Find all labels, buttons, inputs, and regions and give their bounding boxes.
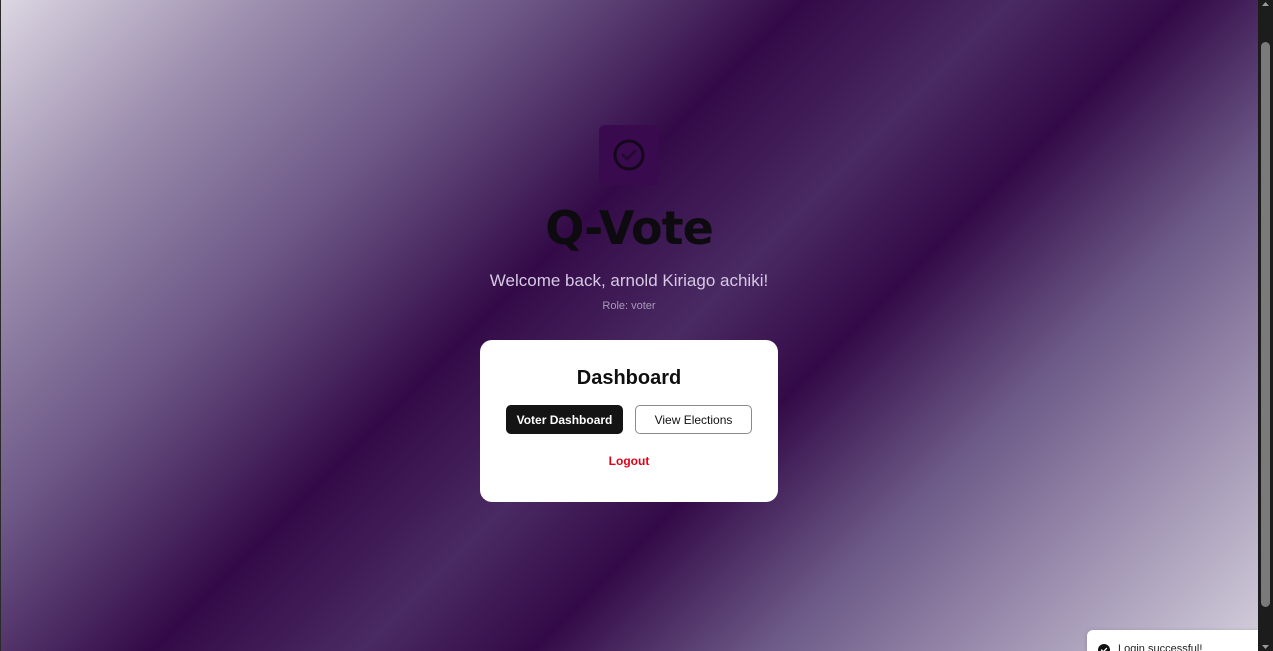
app-logo: [599, 125, 659, 185]
dashboard-title: Dashboard: [576, 367, 682, 389]
page-background: Q-Vote Welcome back, arnold Kiriago achi…: [0, 0, 1258, 651]
app-title: Q-Vote: [545, 201, 714, 255]
scroll-down-arrow-icon[interactable]: [1261, 643, 1270, 651]
user-role: Role: voter: [602, 300, 656, 312]
scrollbar-thumb[interactable]: [1261, 42, 1270, 607]
welcome-message: Welcome back, arnold Kiriago achiki!: [489, 271, 769, 290]
logout-link[interactable]: Logout: [480, 454, 778, 468]
view-elections-button[interactable]: View Elections: [635, 405, 752, 434]
dashboard-card: Dashboard Voter Dashboard View Elections…: [480, 340, 778, 502]
voter-dashboard-button[interactable]: Voter Dashboard: [506, 405, 623, 434]
toast-message: Login successful!: [1118, 643, 1203, 651]
window-edge: [0, 0, 1, 651]
vertical-scrollbar[interactable]: [1258, 0, 1273, 651]
check-circle-icon: [1098, 644, 1110, 651]
scroll-up-arrow-icon[interactable]: [1261, 0, 1270, 8]
toast-notification[interactable]: Login successful!: [1087, 630, 1258, 651]
vote-ring-icon: [613, 139, 645, 171]
